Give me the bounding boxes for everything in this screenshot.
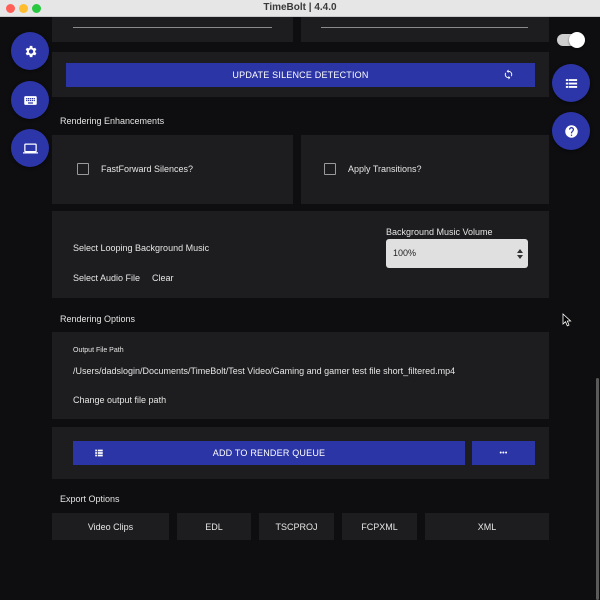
select-audio-file-button[interactable]: Select Audio File (73, 273, 140, 283)
threshold-slider-track[interactable] (73, 27, 272, 28)
output-path-value: /Users/dadslogin/Documents/TimeBolt/Test… (73, 366, 456, 376)
volume-select[interactable]: 100% (386, 239, 528, 268)
add-to-render-queue-button[interactable]: ADD TO RENDER QUEUE (73, 441, 465, 465)
update-silence-detection-button[interactable]: UPDATE SILENCE DETECTION (66, 63, 535, 87)
volume-label: Background Music Volume (386, 227, 493, 237)
window-title: TimeBolt | 4.4.0 (263, 2, 337, 13)
help-icon (564, 124, 578, 138)
fastforward-panel: FastForward Silences? (52, 135, 293, 204)
queue-list-icon (95, 449, 103, 457)
export-options-label: Export Options (60, 494, 120, 504)
export-edl-button[interactable]: EDL (177, 513, 251, 540)
list-icon (565, 78, 577, 88)
transitions-checkbox[interactable] (324, 163, 336, 175)
keyboard-icon (23, 95, 37, 105)
export-fcpxml-button[interactable]: FCPXML (342, 513, 417, 540)
help-button[interactable] (552, 112, 590, 150)
rendering-options-label: Rendering Options (60, 314, 136, 324)
volume-value: 100% (393, 248, 417, 258)
title-bar: TimeBolt | 4.4.0 (0, 0, 600, 17)
fastforward-checkbox[interactable] (77, 163, 89, 175)
transitions-panel: Apply Transitions? (301, 135, 549, 204)
add-queue-label: ADD TO RENDER QUEUE (212, 448, 326, 458)
scrollbar-thumb[interactable] (596, 378, 599, 600)
select-arrows-icon (517, 249, 523, 259)
padding-slider-track[interactable] (321, 27, 528, 28)
laptop-icon (22, 143, 38, 153)
render-queue-button[interactable] (552, 64, 590, 102)
computer-button[interactable] (11, 129, 49, 167)
mouse-cursor-icon (562, 313, 572, 327)
more-options-button[interactable]: ••• (472, 441, 535, 465)
gear-icon (25, 45, 36, 57)
refresh-icon (504, 69, 513, 80)
threshold-panel (52, 17, 293, 42)
more-icon: ••• (499, 449, 508, 457)
toggle-knob (569, 32, 585, 48)
keyboard-shortcuts-button[interactable] (11, 81, 49, 119)
change-output-path-button[interactable]: Change output file path (73, 395, 166, 405)
padding-panel (301, 17, 549, 42)
output-path-label: Output File Path (73, 347, 124, 354)
update-button-label: UPDATE SILENCE DETECTION (232, 70, 369, 80)
rendering-enhancements-label: Rendering Enhancements (60, 116, 165, 126)
export-tscproj-button[interactable]: TSCPROJ (259, 513, 334, 540)
clear-audio-button[interactable]: Clear (152, 273, 174, 283)
select-music-label: Select Looping Background Music (73, 243, 210, 253)
settings-button[interactable] (11, 32, 49, 70)
fastforward-label: FastForward Silences? (101, 164, 194, 174)
export-video-clips-button[interactable]: Video Clips (52, 513, 169, 540)
transitions-label: Apply Transitions? (348, 164, 422, 174)
export-xml-button[interactable]: XML (425, 513, 549, 540)
theme-toggle[interactable] (557, 32, 585, 48)
